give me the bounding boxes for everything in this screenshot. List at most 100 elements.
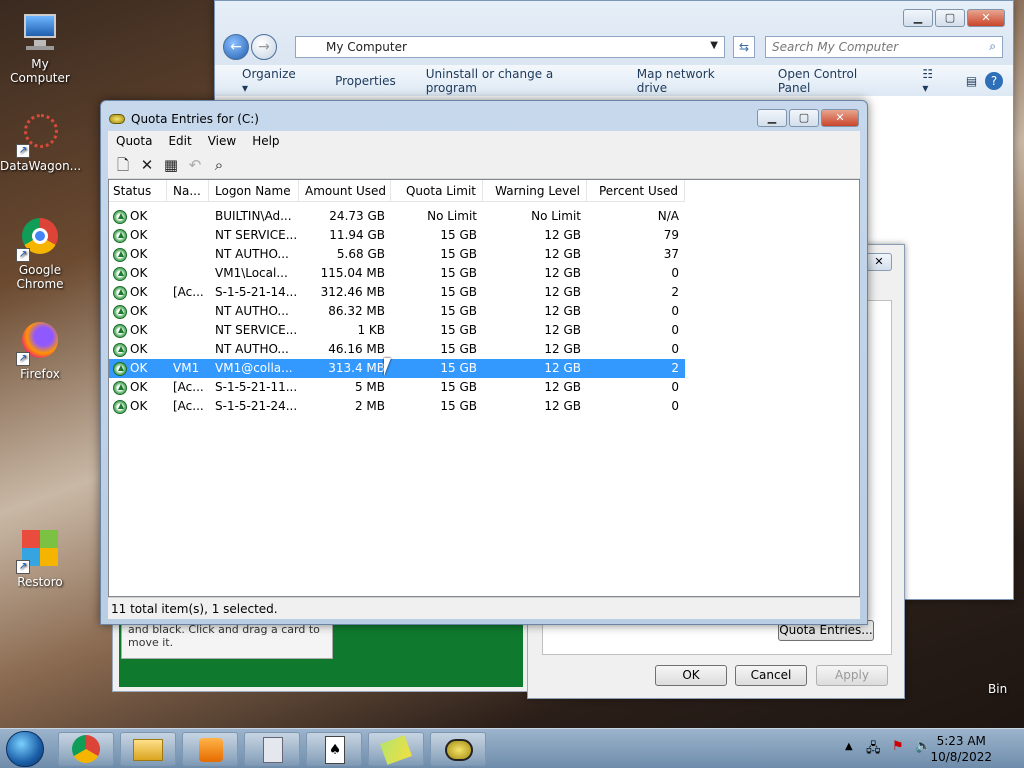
new-entry-icon[interactable]: 🗋 [114,156,132,174]
menu-view[interactable]: View [200,134,244,148]
desktop-icon-my-computer[interactable]: My Computer [0,10,80,85]
table-row[interactable]: OK BUILTIN\Ad... 24.73 GB No Limit No Limit N… [109,207,685,226]
desktop-icon-firefox[interactable]: ↗ Firefox [0,320,80,381]
close-icon[interactable]: ✕ [866,253,892,271]
percent-used-cell: 0 [671,380,679,394]
status-bar: 11 total item(s), 1 selected. [108,597,860,619]
ok-button[interactable]: OK [655,665,727,686]
menu-help[interactable]: Help [244,134,287,148]
column-header-percent-used[interactable]: Percent Used [587,180,685,202]
address-breadcrumb: My Computer [326,40,407,54]
view-options-icon[interactable]: ☷ ▾ [907,67,957,95]
column-header-amount-used[interactable]: Amount Used [299,180,391,202]
quota-ok-icon [113,247,127,262]
address-bar[interactable]: My Computer ▼ [295,36,725,58]
percent-used-cell: 0 [671,323,679,337]
open-control-panel-button[interactable]: Open Control Panel [763,67,907,95]
status-text: 11 total item(s), 1 selected. [111,602,278,616]
column-header-status[interactable]: Status [109,180,167,202]
table-row[interactable]: OK NT SERVICE... 1 KB 15 GB 12 GB 0 [109,321,685,340]
menu-bar: Quota Edit View Help [108,131,860,151]
taskbar-solitaire[interactable]: ♠ [306,732,362,766]
taskbar-media-player[interactable] [182,732,238,766]
properties-button[interactable]: Properties [320,74,411,88]
quota-ok-icon [113,228,127,243]
name-cell [167,226,209,245]
quota-limit-cell: 15 GB [440,266,477,280]
quota-ok-icon [113,323,127,338]
mouse-cursor [384,358,391,376]
status-cell: OK [109,245,167,264]
taskbar-quota-app[interactable] [430,732,486,766]
tray-clock[interactable]: 5:23 AM 10/8/2022 [930,733,992,765]
table-row[interactable]: OK [Ac... S-1-5-21-24... 2 MB 15 GB 12 GB 0 [109,397,685,416]
menu-edit[interactable]: Edit [160,134,199,148]
tray-time: 5:23 AM [936,734,986,748]
close-button[interactable]: ✕ [821,109,859,127]
table-row[interactable]: OK [Ac... S-1-5-21-11... 5 MB 15 GB 12 GB 0 [109,378,685,397]
properties-icon[interactable]: ▦ [162,156,180,174]
quota-list[interactable]: Status Na... Logon Name Amount Used Quot… [108,179,860,597]
back-button[interactable]: ← [223,34,249,60]
recycle-bin-label[interactable]: Bin [988,682,1007,696]
table-row[interactable]: OK NT SERVICE... 11.94 GB 15 GB 12 GB 79 [109,226,685,245]
name-cell [167,321,209,340]
name-cell [167,340,209,359]
maximize-button[interactable]: ▢ [789,109,819,127]
column-header-quota-limit[interactable]: Quota Limit [391,180,483,202]
refresh-button[interactable]: ⇆ [733,36,755,58]
table-row[interactable]: OK NT AUTHO... 5.68 GB 15 GB 12 GB 37 [109,245,685,264]
start-button[interactable] [6,731,44,767]
quota-limit-cell: No Limit [427,209,477,223]
logon-name-cell: NT AUTHO... [215,342,289,356]
cancel-button[interactable]: Cancel [735,665,807,686]
minimize-button[interactable]: ▁ [757,109,787,127]
table-row[interactable]: OK [Ac... S-1-5-21-14... 312.46 MB 15 GB 12 G… [109,283,685,302]
map-network-drive-button[interactable]: Map network drive [622,67,763,95]
taskbar-calculator[interactable] [244,732,300,766]
minimize-button[interactable]: ▁ [903,9,933,27]
name-cell: [Ac... [173,399,204,413]
list-header: Status Na... Logon Name Amount Used Quot… [109,180,685,202]
chrome-icon: ↗ [16,216,62,262]
table-row[interactable]: OK NT AUTHO... 46.16 MB 15 GB 12 GB 0 [109,340,685,359]
column-header-warning-level[interactable]: Warning Level [483,180,587,202]
help-icon[interactable]: ? [985,71,1003,90]
column-header-logon-name[interactable]: Logon Name [209,180,299,202]
taskbar-explorer[interactable] [120,732,176,766]
table-row[interactable]: OK VM1\Local... 115.04 MB 15 GB 12 GB 0 [109,264,685,283]
desktop-icon-google-chrome[interactable]: ↗ Google Chrome [0,216,80,291]
organize-button[interactable]: Organize ▾ [227,67,320,95]
find-icon[interactable]: ⌕ [210,156,228,174]
percent-used-cell: N/A [657,209,679,223]
uninstall-program-button[interactable]: Uninstall or change a program [411,67,622,95]
quota-limit-cell: 15 GB [440,228,477,242]
status-cell: OK [109,283,167,302]
table-row[interactable]: OK NT AUTHO... 86.32 MB 15 GB 12 GB 0 [109,302,685,321]
percent-used-cell: 37 [663,247,679,261]
action-center-icon[interactable]: ⚑ [892,739,904,754]
percent-used-cell: 0 [671,399,679,413]
quota-limit-cell: 15 GB [440,342,477,356]
desktop-icon-restoro[interactable]: ↗ Restoro [0,528,80,589]
forward-button[interactable]: → [251,34,277,60]
tray-expand-icon[interactable]: ▲ [845,741,853,752]
taskbar-unknown-app[interactable] [368,732,424,766]
app-icon [380,735,412,765]
chevron-down-icon: ▼ [710,40,718,51]
maximize-button[interactable]: ▢ [935,9,965,27]
delete-icon[interactable]: ✕ [138,156,156,174]
quota-toolbar: 🗋 ✕ ▦ ↶ ⌕ [108,151,860,179]
close-button[interactable]: ✕ [967,9,1005,27]
preview-pane-icon[interactable]: ▤ [958,74,985,88]
search-input[interactable]: Search My Computer ⌕ [765,36,1003,58]
volume-icon[interactable]: 🔈 [915,739,931,754]
menu-quota[interactable]: Quota [108,134,160,148]
warning-level-cell: 12 GB [544,342,581,356]
column-header-name[interactable]: Na... [167,180,209,202]
status-cell: OK [109,302,167,321]
network-icon[interactable]: 🖧 [866,739,881,761]
table-row[interactable]: OK VM1 VM1@colla... 313.4 MB 15 GB 12 GB 2 [109,359,685,378]
desktop-icon-datawagon[interactable]: ↗ DataWagon... [0,112,81,173]
taskbar-chrome[interactable] [58,732,114,766]
